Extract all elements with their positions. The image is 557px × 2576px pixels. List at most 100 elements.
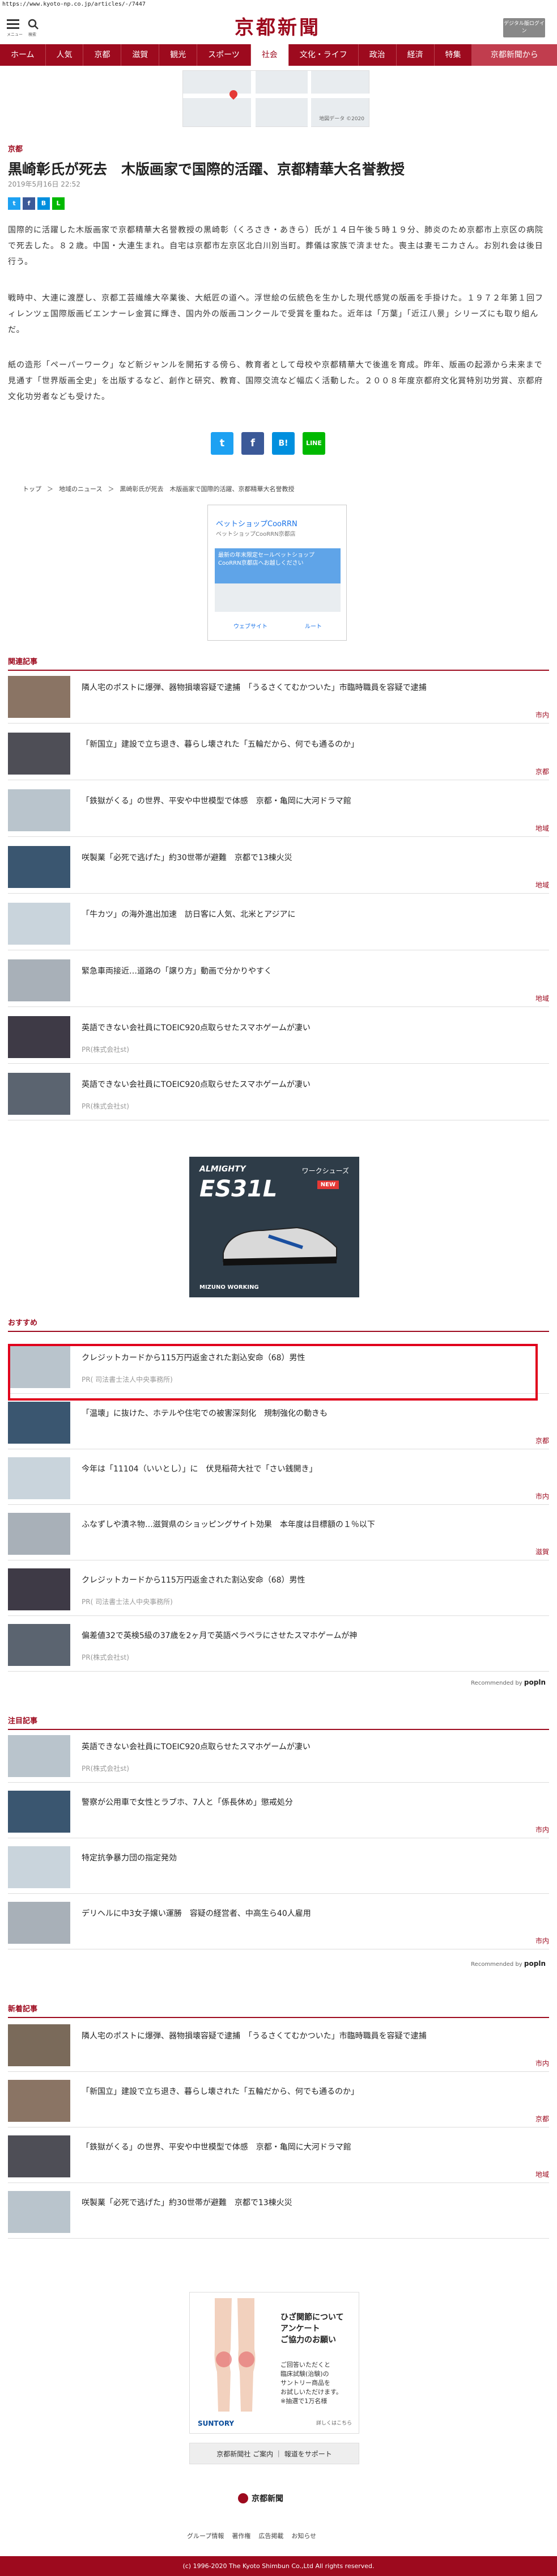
article-thumbnail[interactable] — [8, 1846, 70, 1888]
list-item-title[interactable]: 隣人宅のポストに爆弾、器物損壊容疑で逮捕 「うるさくてむかついた」市臨時職員を容… — [82, 682, 535, 693]
line-icon[interactable]: L — [52, 197, 65, 210]
list-item[interactable]: 英語できない会社員にTOEIC920点取らせたスマホゲームが凄い PR(株式会社s… — [8, 1068, 549, 1120]
article-thumbnail[interactable] — [8, 1624, 70, 1666]
square-ad[interactable]: ベットショップCooRRN ベットショップCooRRN京都店 最新の年末限定セー… — [207, 505, 347, 641]
list-item-title[interactable]: 咲製業「必死で逃げた」約30世帯が避難 京都で13棟火災 — [82, 852, 535, 863]
article-thumbnail[interactable] — [8, 1513, 70, 1555]
list-item[interactable]: デリヘルに中3女子嬢い運勝 容疑の経営者、中高生ら40人雇用 市内 — [8, 1897, 549, 1949]
list-item-title[interactable]: 「新国立」建設で立ち退き、暮らし壊された「五輪だから、何でも通るのか」 — [82, 738, 535, 750]
list-item-category[interactable]: 京都 — [535, 2114, 549, 2124]
article-thumbnail[interactable] — [8, 1402, 70, 1444]
article-thumbnail[interactable] — [8, 733, 70, 775]
list-item[interactable]: 「牛カツ」の海外進出加速 訪日客に人気、北米とアジアに — [8, 898, 549, 950]
nav-item-sports[interactable]: スポーツ — [197, 44, 251, 66]
list-item-category[interactable]: 地域 — [535, 880, 549, 890]
list-item-title[interactable]: 隣人宅のポストに爆弾、器物損壊容疑で逮捕 「うるさくてむかついた」市臨時職員を容… — [82, 2030, 535, 2041]
footer-link[interactable]: 広告掲載 — [258, 2531, 283, 2540]
facebook-share-button[interactable]: f — [241, 432, 264, 455]
article-thumbnail[interactable] — [8, 2080, 70, 2122]
url-bar[interactable]: https://www.kyoto-np.co.jp/articles/-/74… — [0, 0, 557, 9]
article-thumbnail[interactable] — [8, 903, 70, 945]
article-thumbnail[interactable] — [8, 789, 70, 831]
article-section-label[interactable]: 京都 — [8, 143, 23, 154]
article-thumbnail[interactable] — [8, 1568, 70, 1610]
footer-link[interactable]: お知らせ — [291, 2531, 316, 2540]
twitter-share-button[interactable]: t — [211, 432, 233, 455]
list-item-category[interactable]: 市内 — [535, 2058, 549, 2068]
footer-link[interactable]: グループ情報 — [187, 2531, 224, 2540]
list-item[interactable]: 緊急車両接近…道路の「譲り方」動画で分かりやすく 地域 — [8, 955, 549, 1007]
list-item[interactable]: 「新国立」建設で立ち退き、暮らし壊された「五輪だから、何でも通るのか」京都 — [8, 2075, 549, 2127]
breadcrumb-category[interactable]: 地域のニュース — [59, 484, 102, 493]
nav-item-politics[interactable]: 政治 — [359, 44, 397, 66]
article-thumbnail[interactable] — [8, 1457, 70, 1499]
nav-item-economy[interactable]: 経済 — [397, 44, 435, 66]
list-item-title[interactable]: クレジットカードから115万円返金された割込安命（68）男性 — [82, 1574, 535, 1585]
footer-logo[interactable]: 京都新聞 — [238, 2493, 283, 2504]
menu-button[interactable]: メニュー — [7, 19, 23, 37]
nav-item-culture[interactable]: 文化・ライフ — [289, 44, 359, 66]
nav-item-home[interactable]: ホーム — [0, 44, 46, 66]
breadcrumb-home[interactable]: トップ — [23, 484, 41, 493]
list-item-category[interactable]: 地域 — [535, 2169, 549, 2179]
list-item[interactable]: 咲製業「必死で逃げた」約30世帯が避難 京都で13棟火災地域 — [8, 841, 549, 894]
nav-item-features[interactable]: 特集 — [435, 44, 473, 66]
article-thumbnail[interactable] — [8, 2024, 70, 2066]
list-item-title[interactable]: 偏差値32で英検5級の37歳を2ヶ月で英語ペラペラにさせたスマホゲームが神 — [82, 1630, 535, 1641]
article-thumbnail[interactable] — [8, 846, 70, 888]
list-item-category[interactable]: 市内 — [535, 1491, 549, 1501]
ad-details-link[interactable]: 詳しくはこちら — [316, 2419, 352, 2426]
nav-item-shiga[interactable]: 滋賀 — [121, 44, 160, 66]
list-item-title[interactable]: 警察が公用車で女性とラブホ、7人と「係長休め」懲戒処分 — [82, 1796, 535, 1808]
list-item[interactable]: 隣人宅のポストに爆弾、器物損壊容疑で逮捕 「うるさくてむかついた」市臨時職員を容… — [8, 671, 549, 724]
list-item[interactable]: 「鉄獄がくる」の世界、平安や中世模型で体感 京都・亀岡に大河ドラマ館 地域 — [8, 785, 549, 837]
list-item-title[interactable]: 咲製業「必死で逃げた」約30世帯が避難 京都で13棟火災 — [82, 2197, 535, 2208]
nav-item-kyoto[interactable]: 京都 — [83, 44, 122, 66]
list-item[interactable]: 「鉄獄がくる」の世界、平安や中世模型で体感 京都・亀岡に大河ドラマ館地域 — [8, 2131, 549, 2183]
article-thumbnail[interactable] — [8, 2135, 70, 2177]
list-item[interactable]: 今年は「11104（いいとし）」に 伏見稲荷大社で「さい銭開き」市内 — [8, 1453, 549, 1505]
list-item-category[interactable]: 市内 — [535, 710, 549, 720]
article-thumbnail[interactable] — [8, 1073, 70, 1115]
list-item-category[interactable]: 京都 — [535, 1436, 549, 1445]
line-share-button[interactable]: LINE — [303, 432, 325, 455]
article-thumbnail[interactable] — [8, 1735, 70, 1777]
list-item-category[interactable]: 滋賀 — [535, 1547, 549, 1556]
list-item[interactable]: 隣人宅のポストに爆弾、器物損壊容疑で逮捕 「うるさくてむかついた」市臨時職員を容… — [8, 2020, 549, 2072]
article-thumbnail[interactable] — [8, 1791, 70, 1833]
map-ad[interactable]: 地図データ ©2020 — [182, 70, 370, 128]
nav-item-tourism[interactable]: 観光 — [159, 44, 198, 66]
facebook-icon[interactable]: f — [23, 197, 35, 210]
hatena-icon[interactable]: B — [37, 197, 50, 210]
footer-link[interactable]: 著作権 — [232, 2531, 250, 2540]
article-thumbnail[interactable] — [8, 676, 70, 718]
ad-route-link[interactable]: ルート — [305, 621, 322, 630]
article-thumbnail[interactable] — [8, 959, 70, 1001]
list-item-title[interactable]: 緊急車両接近…道路の「譲り方」動画で分かりやすく — [82, 965, 535, 976]
list-item-title[interactable]: 英語できない会社員にTOEIC920点取らせたスマホゲームが凄い — [82, 1078, 535, 1090]
list-item[interactable]: 特定抗争暴力団の指定発効 — [8, 1842, 549, 1894]
list-item-title[interactable]: 「鉄獄がくる」の世界、平安や中世模型で体感 京都・亀岡に大河ドラマ館 — [82, 2141, 535, 2152]
shoe-ad[interactable]: ALMIGHTY ES31L ワークシューズ NEW MIZUNO WORKIN… — [189, 1157, 359, 1297]
list-item[interactable]: 英語できない会社員にTOEIC920点取らせたスマホゲームが凄い PR(株式会社s… — [8, 1012, 549, 1064]
site-logo[interactable]: 京都新聞 — [221, 18, 334, 37]
list-item-title[interactable]: 「牛カツ」の海外進出加速 訪日客に人気、北米とアジアに — [82, 908, 535, 920]
list-item-title[interactable]: 特定抗争暴力団の指定発効 — [82, 1852, 535, 1863]
list-item-title[interactable]: 英語できない会社員にTOEIC920点取らせたスマホゲームが凄い — [82, 1022, 535, 1033]
article-thumbnail[interactable] — [8, 1902, 70, 1944]
twitter-icon[interactable]: t — [8, 197, 20, 210]
article-thumbnail[interactable] — [8, 1016, 70, 1058]
list-item-title[interactable]: 「新国立」建設で立ち退き、暮らし壊された「五輪だから、何でも通るのか」 — [82, 2086, 535, 2097]
ad-website-link[interactable]: ウェブサイト — [233, 621, 267, 630]
list-item-title[interactable]: デリヘルに中3女子嬢い運勝 容疑の経営者、中高生ら40人雇用 — [82, 1907, 535, 1919]
list-item-title[interactable]: 今年は「11104（いいとし）」に 伏見稲荷大社で「さい銭開き」 — [82, 1463, 535, 1474]
list-item[interactable]: 警察が公用車で女性とラブホ、7人と「係長休め」懲戒処分 市内 — [8, 1786, 549, 1838]
list-item[interactable]: 「新国立」建設で立ち退き、暮らし壊された「五輪だから、何でも通るのか」 京都 — [8, 728, 549, 780]
footer-support-button[interactable]: 京都新聞社 ご案内 ｜ 報道をサポート — [189, 2443, 359, 2464]
hatena-share-button[interactable]: B! — [272, 432, 295, 455]
list-item[interactable]: ふなずしや漬ネ物…滋賀県のショッピングサイト効果 本年度は目標額の１％以下 滋賀 — [8, 1508, 549, 1560]
list-item[interactable]: 咲製業「必死で逃げた」約30世帯が避難 京都で13棟火災 — [8, 2186, 549, 2239]
list-item-title[interactable]: 「温壊」に抜けた、ホテルや住宅での被害深刻化 規制強化の動きも — [82, 1407, 535, 1419]
list-item-title[interactable]: 「鉄獄がくる」の世界、平安や中世模型で体感 京都・亀岡に大河ドラマ館 — [82, 795, 535, 806]
nav-item-popular[interactable]: 人気 — [46, 44, 84, 66]
